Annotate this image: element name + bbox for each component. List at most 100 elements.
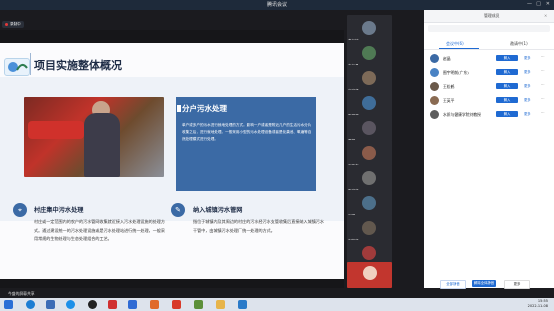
avatar (430, 96, 439, 105)
tab-invited[interactable]: 邀请中(1) (510, 41, 528, 47)
unmute-all-button[interactable]: 解除全体静音 (472, 280, 496, 287)
list-item[interactable]: 赵晶 解入 更多 ⋯ (424, 52, 554, 65)
household-body: 单户或多户的污水进行就地处理的方式。影响一户或者是附近几户的生活污水分片收集之后… (182, 123, 312, 141)
pipe-icon: ✎ (171, 203, 185, 217)
tab-in-meeting[interactable]: 会议中(6) (446, 41, 464, 47)
minimize-button[interactable]: — (527, 1, 532, 7)
unmute-button[interactable]: 解入 (496, 111, 518, 117)
clock-date: 2022-11-08 (527, 304, 548, 308)
system-tray[interactable]: 15:55 2022-11-08 (528, 299, 548, 309)
logo-icon (4, 58, 30, 76)
meeting-top-controls: 录制中 (2, 20, 24, 28)
app-icon[interactable] (194, 300, 203, 309)
participants-panel: 管理成员 ✕ 会议中(6) 邀请中(1) 赵晶 解入 更多 ⋯ 图宇明前(广东)… (424, 10, 554, 289)
pipe-shape (28, 121, 84, 139)
avatar (362, 121, 376, 135)
title-divider (30, 53, 31, 75)
ppt-icon[interactable] (172, 300, 181, 309)
household-treatment-box: 分户污水处理 单户或多户的污水进行就地处理的方式。影响一户或者是附近几户的生活污… (176, 97, 316, 191)
household-title: 分户污水处理 (182, 104, 227, 113)
video-gallery: 李仁敏 南仁县 省宝贤 张明哲 周福 万晓东 张家华 倪强 刘敏华 赵大星 (344, 10, 424, 288)
person-body-shape (84, 113, 120, 177)
record-label: 录制中 (10, 21, 21, 26)
participant-name: 水质与健康学院刘教授 (443, 112, 481, 117)
avatar (430, 82, 439, 91)
mute-all-button[interactable]: 全部静音 (440, 280, 466, 289)
unmute-button[interactable]: 解入 (496, 55, 518, 61)
more-options-icon[interactable]: ⋯ (541, 111, 545, 115)
player-icon[interactable] (150, 300, 159, 309)
avatar (362, 221, 376, 235)
recording-indicator[interactable]: 录制中 (2, 20, 24, 28)
windows-taskbar: 15:55 2022-11-08 (0, 298, 554, 311)
folder-icon[interactable] (216, 300, 225, 309)
avatar (362, 196, 376, 210)
explorer-icon[interactable] (46, 300, 55, 309)
avatar (362, 146, 376, 160)
avatar (363, 266, 377, 280)
wps-icon[interactable] (108, 300, 117, 309)
close-panel-icon[interactable]: ✕ (544, 13, 547, 18)
participant-tabs: 会议中(6) 邀请中(1) (424, 38, 554, 50)
record-dot-icon (5, 22, 8, 26)
window-title: 腾讯会议 (266, 2, 287, 8)
unmute-button[interactable]: 解入 (496, 97, 518, 103)
presentation-slide: 项目实施整体概况 分户污水处理 单户或多户的污水进行就地处理的方式。影响一户或者… (0, 43, 344, 279)
search-input[interactable] (428, 25, 550, 32)
avatar (362, 171, 376, 185)
unmute-button[interactable]: 解入 (496, 69, 518, 75)
avatar (430, 68, 439, 77)
participant-name: 王松鹤 (443, 84, 455, 89)
avatar (362, 46, 376, 60)
shared-screen: 项目实施整体概况 分户污水处理 单户或多户的污水进行就地处理的方式。影响一户或者… (0, 30, 344, 288)
window-titlebar: 腾讯会议 — □ ✕ (0, 0, 554, 10)
penguin-icon[interactable] (88, 300, 97, 309)
section2-body: 指位于城镇内及其周边的村庄的污水经污水支管收集后直接纳入城镇污水干管中，由城镇污… (193, 219, 324, 233)
section1-body: 村庄或一定范围内的农户的污水管网收集就近接入污水处理设施的处理方式。通过建设统一… (34, 219, 165, 241)
section2-title: 纳入城镇污水管网 (193, 207, 243, 214)
participant-name: 赵晶 (443, 56, 451, 61)
unmute-button[interactable]: 解入 (496, 83, 518, 89)
browser-icon[interactable] (26, 300, 35, 309)
box-marker (177, 105, 181, 112)
more-options-icon[interactable]: ⋯ (541, 97, 545, 101)
word-icon[interactable] (238, 300, 247, 309)
more-link[interactable]: 更多 (524, 97, 531, 102)
location-icon: ⌖ (13, 203, 27, 217)
avatar (430, 110, 439, 119)
section1-title: 村庄集中污水处理 (34, 207, 84, 214)
more-link[interactable]: 更多 (524, 55, 531, 60)
more-options-icon[interactable]: ⋯ (541, 69, 545, 73)
more-button[interactable]: 更多 (504, 280, 530, 289)
share-label: 今盛的屏幕共享 (8, 291, 35, 296)
avatar (362, 246, 376, 260)
participant-name: 王英平 (443, 98, 455, 103)
equipment-photo (24, 97, 164, 177)
edge-icon[interactable] (66, 300, 75, 309)
close-button[interactable]: ✕ (546, 1, 550, 7)
more-options-icon[interactable]: ⋯ (541, 83, 545, 87)
video-tile[interactable] (347, 262, 392, 288)
start-icon[interactable] (4, 300, 13, 309)
avatar (362, 96, 376, 110)
active-tab-indicator (439, 48, 479, 49)
slide-title: 项目实施整体概况 (34, 59, 122, 72)
panel-footer: 全部静音 解除全体静音 更多 (424, 280, 554, 289)
list-item[interactable]: 王英平 解入 更多 ⋯ (424, 94, 554, 107)
avatar (430, 54, 439, 63)
more-link[interactable]: 更多 (524, 83, 531, 88)
screen-share-bar[interactable]: 今盛的屏幕共享 (0, 288, 160, 298)
list-item[interactable]: 水质与健康学院刘教授 解入 更多 ⋯ (424, 108, 554, 121)
more-options-icon[interactable]: ⋯ (541, 55, 545, 59)
more-link[interactable]: 更多 (524, 111, 531, 116)
meeting-icon[interactable] (128, 300, 137, 309)
more-link[interactable]: 更多 (524, 69, 531, 74)
manage-members-label[interactable]: 管理成员 (484, 13, 500, 19)
list-item[interactable]: 王松鹤 解入 更多 ⋯ (424, 80, 554, 93)
participant-name: 图宇明前(广东) (443, 70, 469, 75)
avatar (362, 21, 376, 35)
panel-header: 管理成员 ✕ (424, 10, 554, 23)
slide-header: 项目实施整体概况 (0, 52, 344, 78)
maximize-button[interactable]: □ (536, 1, 541, 7)
list-item[interactable]: 图宇明前(广东) 解入 更多 ⋯ (424, 66, 554, 79)
